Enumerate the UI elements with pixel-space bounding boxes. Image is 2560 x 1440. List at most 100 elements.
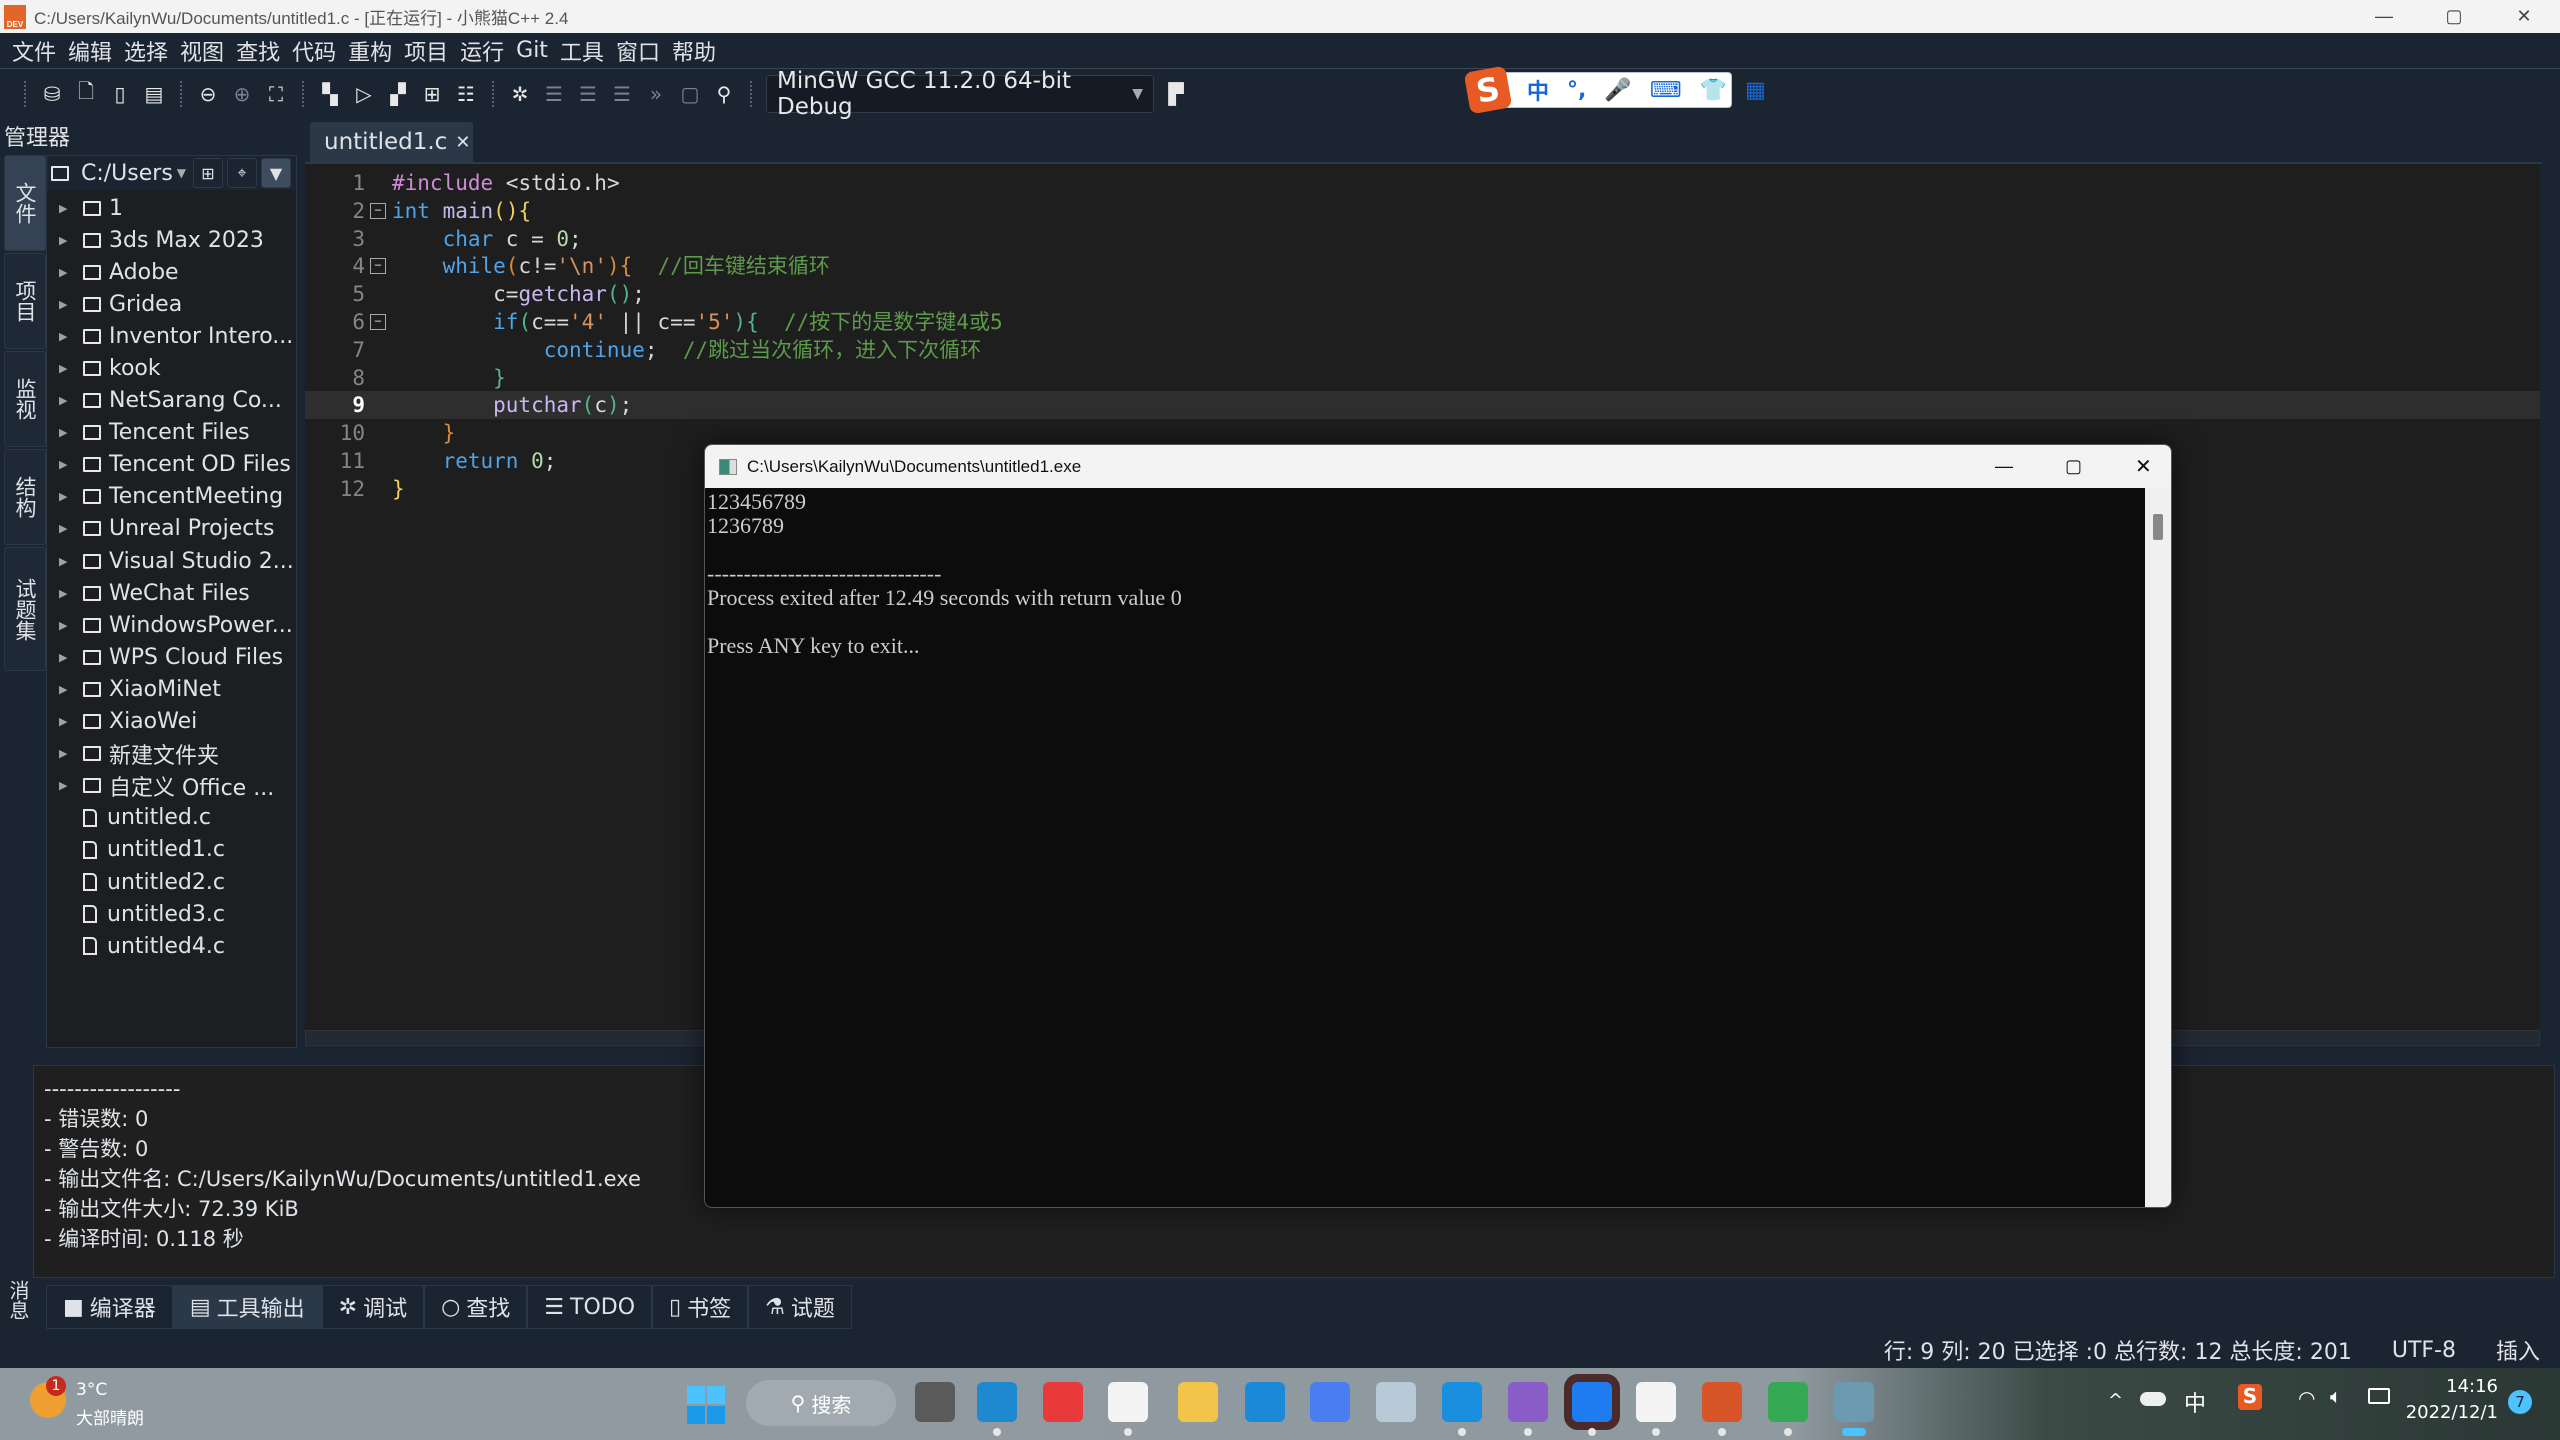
help-icon[interactable]	[1245, 1382, 1285, 1422]
editor-vertical-scrollbar[interactable]	[2540, 165, 2556, 1030]
step-out-icon[interactable]: ☰	[610, 82, 634, 106]
explorer-icon[interactable]	[1178, 1382, 1218, 1422]
vertical-tab[interactable]: 结构	[4, 449, 46, 545]
expand-arrow-icon[interactable]: ▶	[59, 266, 73, 279]
tree-folder[interactable]: ▶ Gridea	[47, 288, 296, 320]
menu-item[interactable]: 编辑	[68, 35, 112, 67]
bottom-tab[interactable]: ✲ 调试	[321, 1285, 425, 1329]
debug-icon[interactable]: ✲	[508, 82, 532, 106]
expand-arrow-icon[interactable]: ▶	[59, 683, 73, 696]
tree-folder[interactable]: ▶ Adobe	[47, 256, 296, 288]
compiler-select[interactable]: MinGW GCC 11.2.0 64-bit Debug ▼	[766, 68, 1154, 120]
tray-ime[interactable]: 中	[2184, 1386, 2206, 1418]
vertical-tab[interactable]: 文件	[4, 155, 46, 251]
filter-icon[interactable]: ▼	[261, 158, 291, 188]
open-project-icon[interactable]: ⛁	[40, 82, 64, 106]
step-into-icon[interactable]: ☰	[576, 82, 600, 106]
code-line[interactable]: 10 }	[305, 419, 2542, 447]
console-window[interactable]: C:\Users\KailynWu\Documents\untitled1.ex…	[704, 444, 2172, 1208]
tree-folder[interactable]: ▶ TencentMeeting	[47, 481, 296, 513]
expand-arrow-icon[interactable]: ▶	[59, 490, 73, 503]
console-icon[interactable]	[1834, 1382, 1874, 1422]
tree-folder[interactable]: ▶ Inventor Intero...	[47, 320, 296, 352]
step-over-icon[interactable]: ☰	[542, 82, 566, 106]
expand-arrow-icon[interactable]: ▶	[59, 426, 73, 439]
console-minimize-button[interactable]: —	[1995, 456, 2013, 477]
notification-badge[interactable]: 7	[2508, 1390, 2532, 1414]
tree-folder[interactable]: ▶ 新建文件夹	[47, 738, 296, 770]
tree-folder[interactable]: ▶ Tencent Files	[47, 417, 296, 449]
app-red-icon[interactable]	[1043, 1382, 1083, 1422]
bottom-tab[interactable]: ■ 编译器	[46, 1285, 173, 1329]
ime-skin-icon[interactable]: 👕	[1700, 78, 1727, 103]
vertical-tab[interactable]: 试题集	[4, 547, 46, 671]
minimize-button[interactable]: —	[2354, 0, 2414, 33]
bottom-tab[interactable]: ⚗ 试题	[748, 1285, 852, 1329]
code-line[interactable]: 8 }	[305, 364, 2542, 392]
tree-file[interactable]: untitled1.c	[47, 834, 296, 866]
save-all-icon[interactable]: ▤	[142, 82, 166, 106]
menu-item[interactable]: 视图	[180, 35, 224, 67]
bottom-tab[interactable]: ☰ TODO	[527, 1285, 653, 1329]
fold-toggle-icon[interactable]: −	[370, 258, 386, 275]
tray-overflow-icon[interactable]: ^	[2108, 1390, 2123, 1411]
menu-item[interactable]: 代码	[292, 35, 336, 67]
console-close-button[interactable]: ✕	[2135, 454, 2152, 479]
new-folder-icon[interactable]: ⊞	[193, 158, 223, 188]
fold-toggle-icon[interactable]: −	[370, 314, 386, 330]
menu-item[interactable]: 选择	[124, 35, 168, 67]
new-file-icon[interactable]: 🗋	[74, 79, 98, 106]
ime-punctuation-icon[interactable]: °,	[1567, 78, 1586, 103]
close-tab-icon[interactable]: ✕	[455, 132, 470, 153]
tree-file[interactable]: untitled3.c	[47, 898, 296, 930]
code-line[interactable]: 9 putchar(c);	[305, 391, 2542, 420]
store-icon[interactable]	[1108, 1382, 1148, 1422]
onedrive-icon[interactable]	[2140, 1392, 2166, 1406]
expand-arrow-icon[interactable]: ▶	[59, 234, 73, 247]
clock-time[interactable]: 14:16	[2418, 1376, 2498, 1397]
forward-icon[interactable]: ⊕	[230, 82, 254, 106]
expand-arrow-icon[interactable]: ▶	[59, 458, 73, 471]
sogou-tray-icon[interactable]: S	[2238, 1384, 2262, 1410]
tree-folder[interactable]: ▶ 自定义 Office ...	[47, 770, 296, 802]
volume-icon[interactable]: 🔈︎	[2330, 1384, 2342, 1408]
expand-arrow-icon[interactable]: ▶	[59, 555, 73, 568]
encoding[interactable]: UTF-8	[2392, 1338, 2456, 1363]
menu-item[interactable]: 运行	[460, 35, 504, 67]
bottom-tab[interactable]: ○ 查找	[424, 1285, 528, 1329]
tree-folder[interactable]: ▶ Tencent OD Files	[47, 449, 296, 481]
console-scrollbar-thumb[interactable]	[2153, 514, 2163, 540]
code-line[interactable]: 3 char c = 0;	[305, 225, 2542, 253]
code-line[interactable]: 5 c=getchar();	[305, 280, 2542, 308]
options-icon[interactable]: ☷	[454, 82, 478, 106]
vertical-tab[interactable]: 监视	[4, 351, 46, 447]
tree-folder[interactable]: ▶ 3ds Max 2023	[47, 224, 296, 256]
tree-file[interactable]: untitled2.c	[47, 866, 296, 898]
attach-icon[interactable]: ⚲	[712, 82, 736, 106]
code-line[interactable]: 4− while(c!='\n'){ //回车键结束循环	[305, 252, 2542, 280]
menu-item[interactable]: 工具	[560, 35, 604, 67]
tree-folder[interactable]: ▶ XiaoMiNet	[47, 673, 296, 705]
tree-folder[interactable]: ▶ XiaoWei	[47, 706, 296, 738]
monitor-icon[interactable]	[1376, 1382, 1416, 1422]
save-icon[interactable]: ▯	[108, 82, 132, 106]
tree-folder[interactable]: ▶ NetSarang Co...	[47, 385, 296, 417]
close-button[interactable]: ✕	[2494, 0, 2554, 33]
menu-item[interactable]: 文件	[12, 35, 56, 67]
expand-arrow-icon[interactable]: ▶	[59, 779, 73, 792]
expand-arrow-icon[interactable]: ▶	[59, 619, 73, 632]
redpanda-cpp-icon[interactable]	[1702, 1382, 1742, 1422]
bottom-tab[interactable]: ▯ 书签	[652, 1285, 749, 1329]
compiler-options-icon[interactable]: ▛	[1164, 82, 1188, 106]
expand-arrow-icon[interactable]: ▶	[59, 651, 73, 664]
typora-icon[interactable]	[1636, 1382, 1676, 1422]
start-icon[interactable]	[687, 1386, 725, 1424]
maximize-button[interactable]: ▢	[2424, 0, 2484, 33]
format-icon[interactable]: ⛶	[264, 82, 288, 106]
expand-arrow-icon[interactable]: ▶	[59, 747, 73, 760]
task-view-icon[interactable]	[915, 1382, 955, 1422]
code-line[interactable]: 6− if(c=='4' || c=='5'){ //按下的是数字键4或5	[305, 308, 2542, 336]
tree-folder[interactable]: ▶ WeChat Files	[47, 577, 296, 609]
console-maximize-button[interactable]: ▢	[2065, 456, 2082, 477]
ime-voice-icon[interactable]: 🎤	[1604, 78, 1631, 103]
